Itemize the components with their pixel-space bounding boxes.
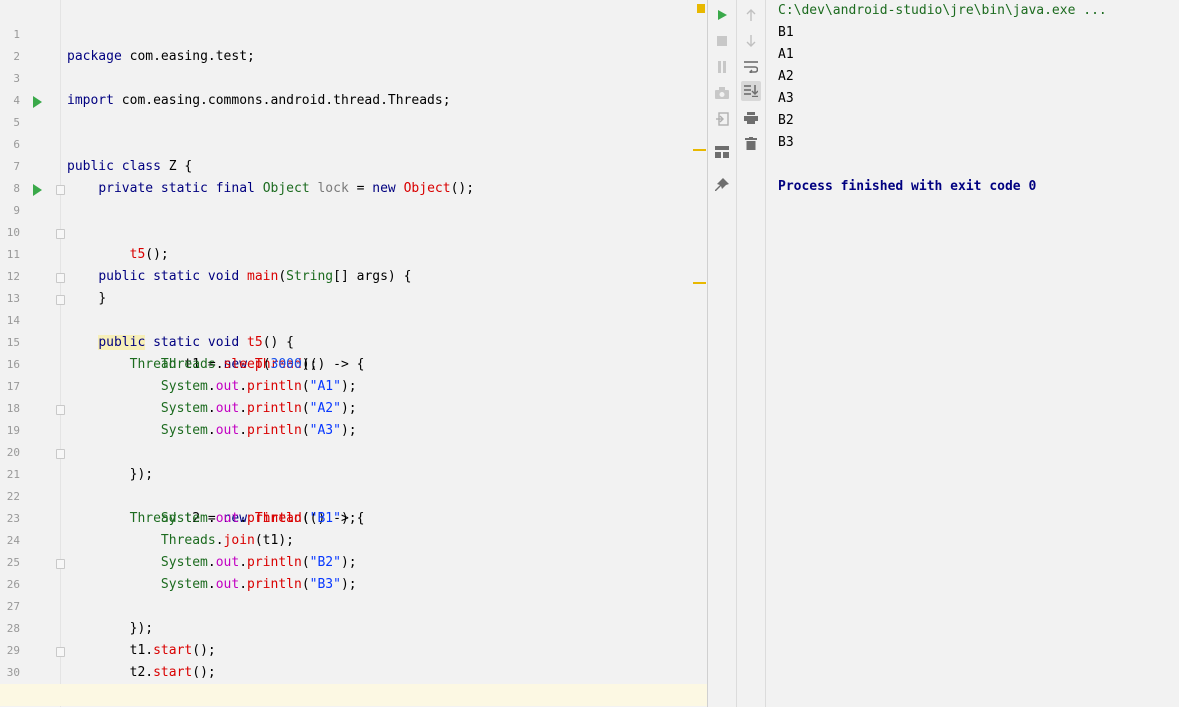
code-line: 1 package com.easing.test; (0, 2, 707, 64)
fold-icon[interactable] (56, 449, 65, 459)
code-line: 19 }); (0, 398, 707, 482)
code-line: 18 System.out.println("A3"); (0, 376, 707, 438)
soft-wrap-icon[interactable] (741, 57, 761, 77)
code-line: 31 } (0, 662, 707, 701)
code-line: 27 (0, 574, 707, 613)
fold-icon[interactable] (56, 559, 65, 569)
code-line: 8 (0, 156, 707, 195)
console-exit-message: Process finished with exit code 0 (778, 179, 1037, 194)
code-line: 26 }); (0, 552, 707, 636)
scroll-to-end-icon[interactable] (741, 81, 761, 101)
warning-stripe[interactable] (693, 282, 706, 284)
code-line: 12 (0, 244, 707, 283)
fold-icon[interactable] (56, 405, 65, 415)
run-class-icon[interactable] (33, 96, 42, 108)
layout-icon[interactable] (712, 142, 732, 162)
code-line: 15 Threads.sleep(3000); (0, 310, 707, 372)
code-line: 3 import com.easing.commons.android.thre… (0, 46, 707, 108)
run-toolbar-right (737, 0, 766, 707)
warning-stripe[interactable] (693, 149, 706, 151)
console-command: C:\dev\android-studio\jre\bin\java.exe .… (778, 3, 1107, 18)
code-line: 7 private static final Object lock = new… (0, 134, 707, 196)
run-main-icon[interactable] (33, 184, 42, 196)
console-output-line: A1 (778, 47, 794, 62)
pin-icon[interactable] (712, 175, 732, 195)
code-line: 22 System.out.println("B1"); (0, 464, 707, 526)
code-line: 30 } (0, 640, 707, 679)
code-line: 6 (0, 112, 707, 151)
code-line: 17 System.out.println("A2"); (0, 354, 707, 416)
code-editor[interactable]: 1 package com.easing.test; 2 3 import co… (0, 0, 708, 707)
fold-icon[interactable] (56, 229, 65, 239)
code-line: 4 (0, 68, 707, 107)
code-line: 24 System.out.println("B2"); (0, 508, 707, 570)
run-console[interactable]: C:\dev\android-studio\jre\bin\java.exe .… (766, 0, 1179, 707)
code-line: 9 public static void main(String[] args)… (0, 178, 707, 284)
console-output-line: B1 (778, 25, 794, 40)
code-line: 14 Thread t1 = new Thread(() -> { (0, 288, 707, 372)
stop-icon[interactable] (712, 31, 732, 51)
code-line: 25 System.out.println("B3"); (0, 530, 707, 592)
code-line: 5 public class Z { (0, 90, 707, 174)
code-line: 11 } (0, 222, 707, 306)
fold-icon[interactable] (56, 647, 65, 657)
code-line: 20 (0, 420, 707, 459)
code-line-current[interactable]: 32 (0, 684, 707, 706)
console-output-line: A3 (778, 91, 794, 106)
code-line: 16 System.out.println("A1"); (0, 332, 707, 394)
fold-icon[interactable] (56, 295, 65, 305)
console-output-line: B2 (778, 113, 794, 128)
camera-icon[interactable] (712, 83, 732, 103)
code-line: 21 Thread t2 = new Thread(() -> { (0, 442, 707, 526)
fold-icon[interactable] (56, 273, 65, 283)
exit-icon[interactable] (712, 109, 732, 129)
run-toolbar-left (708, 0, 737, 707)
trash-icon[interactable] (741, 133, 761, 153)
down-arrow-icon[interactable] (741, 31, 761, 51)
code-line: 2 (0, 24, 707, 63)
code-line: 28 t1.start(); (0, 596, 707, 658)
warning-marker-icon[interactable] (697, 4, 705, 13)
print-icon[interactable] (741, 108, 761, 128)
up-arrow-icon[interactable] (741, 5, 761, 25)
console-output-line: B3 (778, 135, 794, 150)
console-output-line: A2 (778, 69, 794, 84)
code-line: 23 Threads.join(t1); (0, 486, 707, 548)
code-line: 13 public static void t5() { (0, 266, 707, 350)
code-line: 29 t2.start(); (0, 618, 707, 680)
pause-icon[interactable] (712, 57, 732, 77)
fold-icon[interactable] (56, 185, 65, 195)
run-icon[interactable] (712, 5, 732, 25)
code-line: 10 t5(); (0, 200, 707, 262)
